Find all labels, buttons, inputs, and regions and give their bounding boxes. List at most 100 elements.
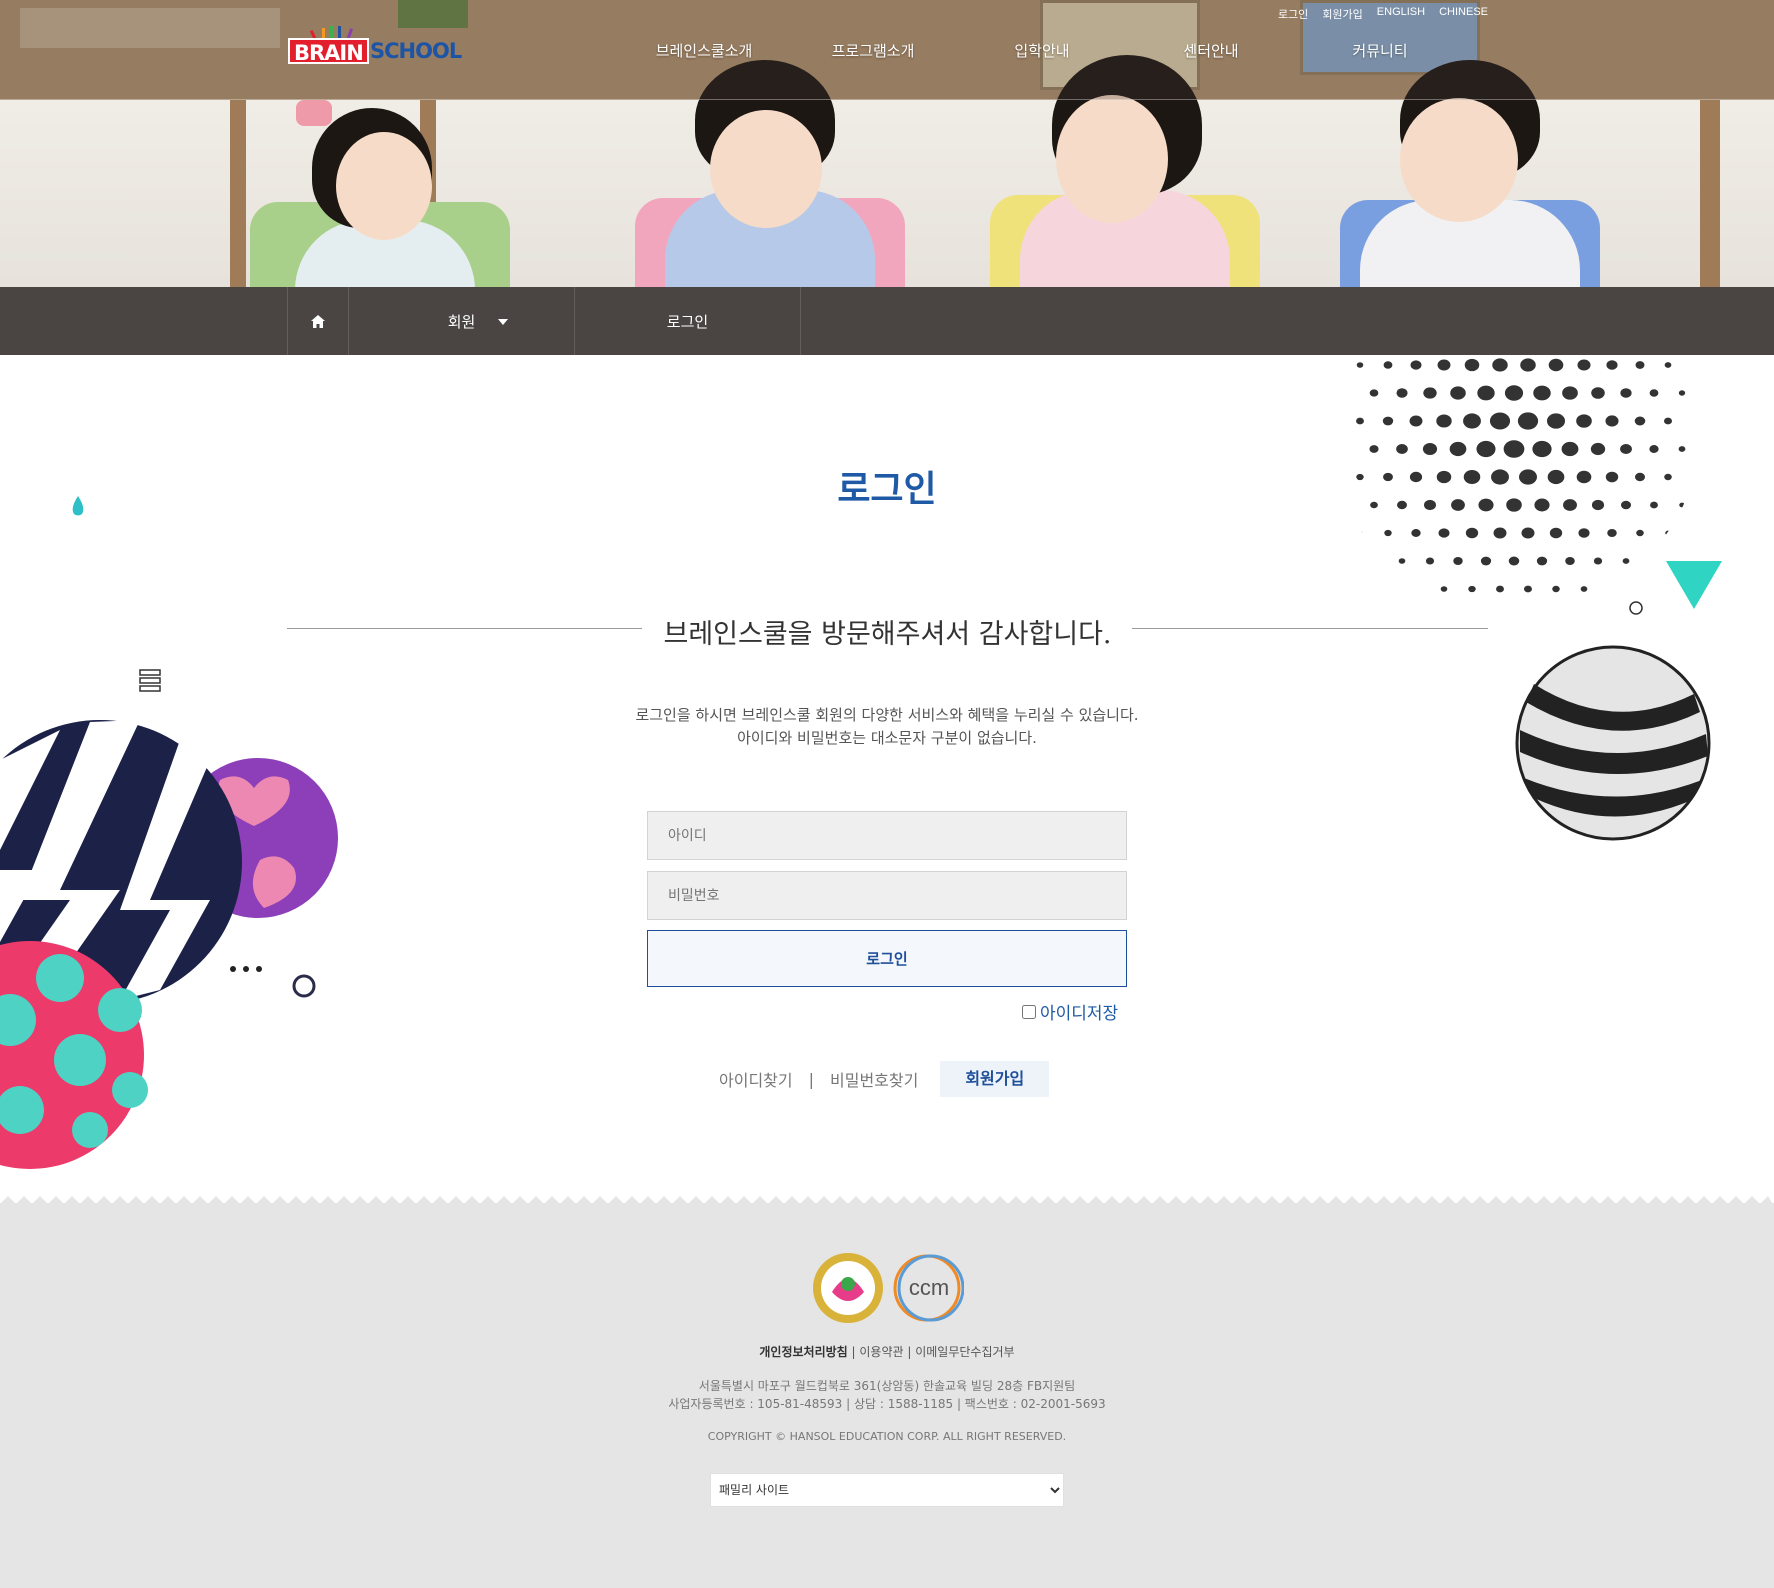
ball-dot [1533, 385, 1551, 401]
ball-dot [1649, 389, 1659, 397]
ball-dot [1606, 360, 1618, 370]
ball-dot [1436, 414, 1452, 428]
find-id-link[interactable]: 아이디찾기 [705, 1067, 807, 1091]
save-id-checkbox[interactable] [1022, 1004, 1036, 1019]
ball-dot [1398, 558, 1406, 564]
ball-dot [1438, 528, 1450, 538]
ball-dot [1607, 528, 1617, 538]
ball-dot [1464, 358, 1480, 372]
ball-dot [1396, 388, 1408, 398]
util-chinese-link[interactable]: CHINESE [1439, 6, 1488, 22]
triangle-decoration [1666, 561, 1722, 609]
ball-dot [1371, 558, 1377, 564]
ball-dot [1356, 362, 1364, 368]
util-english-link[interactable]: ENGLISH [1377, 6, 1425, 22]
ball-dot [1453, 556, 1463, 566]
password-input[interactable] [647, 871, 1127, 920]
ball-dot [1609, 586, 1615, 592]
lines-decoration [139, 669, 161, 692]
ball-dot [1649, 445, 1659, 453]
breadcrumb-current: 로그인 [574, 287, 801, 355]
ball-dot [1561, 441, 1579, 457]
ball-dot [1634, 416, 1646, 426]
logo-text-school: SCHOOL [370, 39, 462, 63]
find-password-link[interactable]: 비밀번호찾기 [816, 1067, 932, 1091]
ball-dot [1580, 586, 1588, 592]
ball-dot [1493, 527, 1507, 539]
nav-item-about[interactable]: 브레인스쿨소개 [620, 40, 788, 61]
page-title: 로그인 [837, 469, 937, 510]
footer-address: 서울특별시 마포구 월드컵북로 361(상암동) 한솔교육 빌딩 28층 FB지… [0, 1377, 1774, 1413]
ball-dot [1620, 388, 1632, 398]
welcome-text: 브레인스쿨을 방문해주셔서 감사합니다. [663, 619, 1112, 650]
ball-dot [1665, 530, 1671, 536]
ball-dot [1532, 440, 1552, 458]
breadcrumb-member-dropdown[interactable]: 회원 [348, 287, 574, 355]
ball-dot [1520, 358, 1536, 372]
footer-policy-links: 개인정보처리방침 | 이용약관 | 이메일무단수집거부 [0, 1343, 1774, 1360]
nav-item-community[interactable]: 커뮤니티 [1296, 40, 1464, 61]
ball-dot [1548, 358, 1564, 372]
id-input[interactable] [647, 811, 1127, 860]
util-login-link[interactable]: 로그인 [1278, 6, 1308, 22]
brainschool-logo[interactable]: BRAIN SCHOOL [288, 26, 462, 68]
nav-item-admission[interactable]: 입학안내 [958, 40, 1126, 61]
ball-dot [1463, 413, 1481, 429]
ball-dot [1357, 530, 1363, 536]
footer-other-links[interactable]: | 이용약관 | 이메일무단수집거부 [848, 1345, 1015, 1359]
ball-dot [1477, 385, 1495, 401]
ball-dot [1489, 412, 1511, 430]
nav-item-centers[interactable]: 센터안내 [1127, 40, 1295, 61]
ball-dot [1591, 387, 1605, 399]
chevron-down-icon [498, 319, 508, 325]
ball-dot [1450, 386, 1466, 400]
ball-dot [1593, 557, 1603, 565]
util-join-link[interactable]: 회원가입 [1322, 6, 1362, 22]
ball-dot [1423, 387, 1437, 399]
ball-dot [1413, 586, 1419, 592]
ball-dot [1664, 362, 1672, 368]
privacy-policy-link[interactable]: 개인정보처리방침 [759, 1345, 847, 1359]
ball-dot [1590, 442, 1606, 456]
ball-dot [1651, 558, 1657, 564]
description-line-1: 로그인을 하시면 브레인스쿨 회원의 다양한 서비스와 혜택을 누리실 수 있습… [635, 706, 1139, 724]
breadcrumb-current-label: 로그인 [666, 312, 709, 331]
ball-dot [1549, 527, 1563, 539]
ball-dot [1562, 386, 1578, 400]
balls-cluster-decoration [0, 720, 338, 1169]
ball-dot [1440, 586, 1448, 592]
ball-dot [1576, 414, 1592, 428]
save-id-option[interactable]: 아이디저장 [1022, 999, 1118, 1024]
ball-dot [1678, 390, 1686, 396]
ball-dot [1663, 417, 1673, 425]
save-id-label: 아이디저장 [1040, 1004, 1119, 1024]
ball-dot [1620, 443, 1632, 455]
ccm-label: ccm [909, 1275, 949, 1300]
breadcrumb-section-label: 회원 [447, 312, 476, 331]
utility-nav: 로그인 회원가입 ENGLISH CHINESE [1278, 6, 1488, 22]
family-site-select[interactable]: 패밀리 사이트 [710, 1473, 1064, 1507]
ball-dot [1546, 413, 1566, 429]
footer-copyright: COPYRIGHT © HANSOL EDUCATION CORP. ALL R… [707, 1430, 1067, 1443]
ball-dot [1622, 558, 1630, 564]
ball-dot [1409, 415, 1423, 427]
ball-dot [1503, 440, 1525, 458]
ball-dot [1492, 358, 1508, 372]
ball-dot [1369, 445, 1379, 453]
family-friendly-badge-icon [813, 1253, 883, 1323]
ball-dot [1386, 587, 1390, 591]
ball-dot [1383, 361, 1393, 369]
logo-text-brain: BRAIN [288, 38, 369, 65]
breadcrumb-home[interactable] [287, 287, 348, 355]
join-link[interactable]: 회원가입 [940, 1061, 1050, 1097]
ball-dot [1508, 556, 1520, 566]
ball-dot [1552, 585, 1560, 593]
ball-dot [1382, 416, 1394, 426]
nav-item-programs[interactable]: 프로그램소개 [789, 40, 957, 61]
business-info-line: 사업자등록번호 : 105-81-48593 | 상담 : 1588-1185 … [668, 1397, 1106, 1411]
ball-dot [1636, 529, 1644, 537]
ball-dot [1356, 417, 1364, 425]
home-icon [311, 314, 325, 328]
login-button[interactable]: 로그인 [647, 930, 1127, 987]
child-photo [250, 90, 510, 287]
